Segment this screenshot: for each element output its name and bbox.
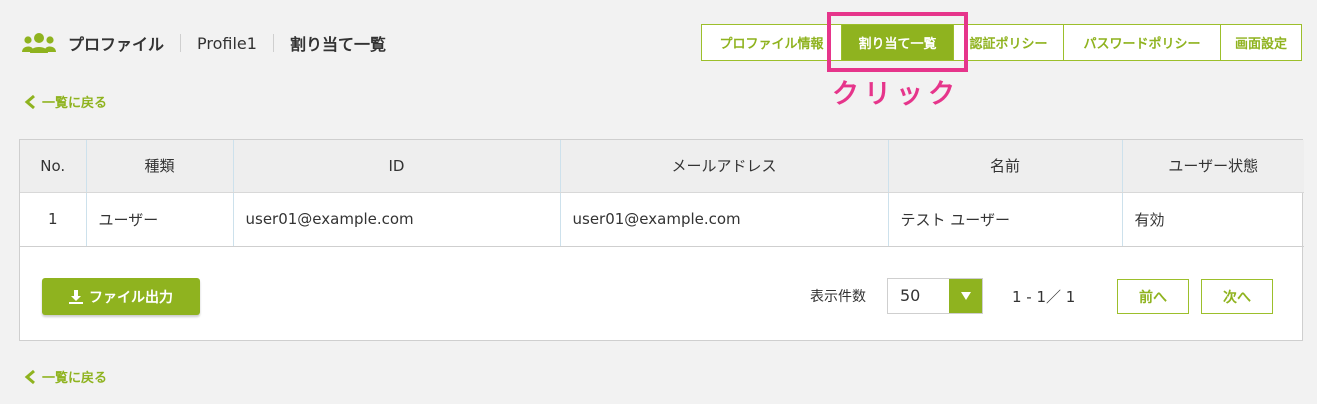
users-icon <box>22 33 56 53</box>
cell-type: ユーザー <box>86 192 234 247</box>
page-title: 割り当て一覧 <box>289 35 386 54</box>
download-icon <box>69 289 83 304</box>
pager-info: 1 - 1／ 1 <box>1012 288 1076 306</box>
per-page-label: 表示件数 <box>810 289 866 305</box>
cell-id: user01@example.com <box>233 192 561 247</box>
tab-assignment-list[interactable]: 割り当て一覧 <box>842 24 954 61</box>
profile-tabs: プロファイル情報 割り当て一覧 認証ポリシー パスワードポリシー 画面設定 <box>701 24 1302 61</box>
assignment-table: No. 種類 ID メールアドレス 名前 ユーザー状態 1 ユーザー user0… <box>20 140 1304 247</box>
back-link-label: 一覧に戻る <box>42 96 108 111</box>
cell-name: テスト ユーザー <box>888 192 1123 247</box>
file-export-button[interactable]: ファイル出力 <box>42 278 200 315</box>
col-header-name[interactable]: 名前 <box>888 140 1123 193</box>
breadcrumb: プロファイル Profile1 割り当て一覧 <box>22 30 386 56</box>
cell-no: 1 <box>20 192 87 247</box>
tab-profile-info[interactable]: プロファイル情報 <box>701 24 842 61</box>
prev-page-button[interactable]: 前へ <box>1117 279 1189 314</box>
tab-auth-policy[interactable]: 認証ポリシー <box>954 24 1064 61</box>
breadcrumb-profile: Profile1 <box>197 33 257 53</box>
cell-user-status: 有効 <box>1122 192 1304 247</box>
table-header-row: No. 種類 ID メールアドレス 名前 ユーザー状態 <box>20 140 1304 193</box>
per-page-select[interactable]: 50 <box>887 278 983 314</box>
tab-password-policy[interactable]: パスワードポリシー <box>1064 24 1221 61</box>
col-header-no[interactable]: No. <box>20 140 87 193</box>
col-header-user-status[interactable]: ユーザー状態 <box>1122 140 1304 193</box>
back-to-list-link-top[interactable]: 一覧に戻る <box>24 92 107 111</box>
triangle-down-icon <box>960 292 971 300</box>
table-row[interactable]: 1 ユーザー user01@example.com user01@example… <box>20 192 1304 247</box>
col-header-email[interactable]: メールアドレス <box>560 140 889 193</box>
dropdown-arrow[interactable] <box>949 279 982 313</box>
tab-screen-settings[interactable]: 画面設定 <box>1221 24 1302 61</box>
next-page-button[interactable]: 次へ <box>1201 279 1273 314</box>
chevron-left-icon <box>24 94 35 109</box>
col-header-type[interactable]: 種類 <box>86 140 234 193</box>
back-to-list-link-bottom[interactable]: 一覧に戻る <box>24 367 107 386</box>
breadcrumb-separator <box>180 34 182 52</box>
click-annotation: クリック <box>832 79 960 110</box>
breadcrumb-section: プロファイル <box>68 35 165 54</box>
back-link-label: 一覧に戻る <box>42 371 108 386</box>
chevron-left-icon <box>24 369 35 384</box>
cell-email: user01@example.com <box>560 192 889 247</box>
per-page-value: 50 <box>900 286 921 305</box>
assignment-panel: No. 種類 ID メールアドレス 名前 ユーザー状態 1 ユーザー user0… <box>19 139 1304 341</box>
file-export-label: ファイル出力 <box>89 289 173 306</box>
col-header-id[interactable]: ID <box>233 140 561 193</box>
breadcrumb-separator <box>272 34 274 52</box>
